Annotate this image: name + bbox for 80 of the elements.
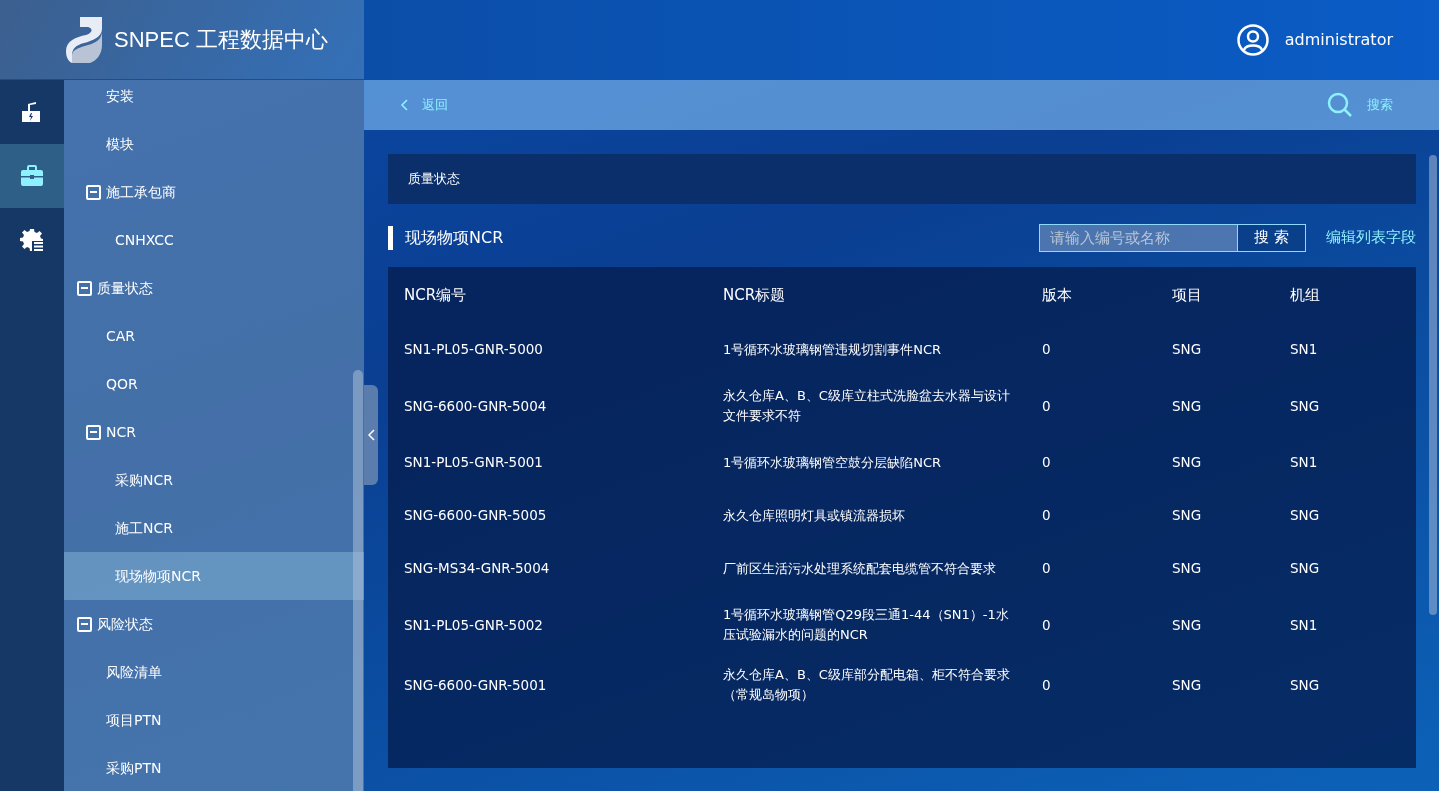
- table-cell-text: SNG: [1171, 453, 1203, 473]
- table-cell-text: 1号循环水玻璃钢管空鼓分层缺陷NCR: [723, 453, 942, 472]
- tree-item[interactable]: 风险状态: [64, 600, 364, 648]
- table-cell-text: 1号循环水玻璃钢管Q29段三通1-44（SN1）-1水压试验漏水的问题的NCR: [723, 606, 1010, 644]
- back-link[interactable]: 返回: [400, 95, 448, 115]
- table-cell-text: SNG-6600-GNR-5001: [403, 675, 548, 695]
- tree-item[interactable]: 施工承包商: [64, 168, 364, 216]
- tree-item[interactable]: QOR: [64, 360, 364, 408]
- table-cell-text: SNG-6600-GNR-5004: [403, 396, 548, 416]
- table-cell-text: SNG: [1171, 615, 1203, 635]
- tree-item[interactable]: 采购PTN: [64, 744, 364, 791]
- table-cell-text: 永久仓库照明灯具或镇流器损坏: [723, 506, 905, 525]
- section-title: 现场物项NCR: [405, 226, 505, 249]
- tree-item[interactable]: 项目PTN: [64, 696, 364, 744]
- search-icon: [1327, 92, 1353, 118]
- table-cell-text: SNG: [1171, 675, 1203, 695]
- table-cell-text: SN1: [1289, 453, 1319, 473]
- table-cell-text: SN1-PL05-GNR-5000: [403, 340, 544, 360]
- collapse-icon[interactable]: [77, 616, 92, 632]
- user-name[interactable]: administrator: [1284, 28, 1393, 52]
- chevron-left-icon: [400, 99, 408, 111]
- section-marker: [388, 225, 393, 250]
- tree-item[interactable]: 安装: [64, 80, 364, 120]
- table-cell-text: SN1: [1289, 615, 1319, 635]
- table-cell-text: 永久仓库A、B、C级库立柱式洗脸盆去水器与设计文件要求不符: [723, 387, 1010, 425]
- tree-item[interactable]: 现场物项NCR: [64, 552, 364, 600]
- table-cell-text: SNG-6600-GNR-5005: [403, 506, 548, 526]
- table-cell-text: SNG: [1289, 396, 1321, 416]
- table-cell-text: SN1: [1289, 340, 1319, 360]
- search-link[interactable]: 搜索: [1327, 92, 1393, 118]
- scrollbar-thumb[interactable]: [353, 370, 363, 791]
- tree-item[interactable]: 施工NCR: [64, 504, 364, 552]
- search-field[interactable]: 请输入编号或名称: [1039, 223, 1237, 252]
- table-cell-text: 0: [1041, 340, 1052, 360]
- table-cell-text: 0: [1041, 559, 1052, 579]
- user-icon[interactable]: [1236, 24, 1269, 56]
- tree-item[interactable]: 模块: [64, 120, 364, 168]
- table-cell-text: 0: [1041, 453, 1052, 473]
- collapse-icon[interactable]: [86, 184, 101, 200]
- table-cell-text: SNG: [1171, 396, 1203, 416]
- table-cell-text: SN1-PL05-GNR-5002: [403, 615, 544, 635]
- edit-fields-link[interactable]: 编辑列表字段: [1326, 226, 1416, 249]
- gear-icon: [20, 228, 44, 252]
- table-cell-text: SNG: [1289, 559, 1321, 579]
- tree-item[interactable]: 采购NCR: [64, 456, 364, 504]
- tree-item[interactable]: CNHXCC: [64, 216, 364, 264]
- table-cell-text: 0: [1041, 506, 1052, 526]
- table-cell-text: 0: [1041, 675, 1052, 695]
- column-header: 版本: [1041, 284, 1073, 306]
- scrollbar-thumb[interactable]: [1429, 155, 1437, 615]
- search-button[interactable]: 搜 索: [1237, 223, 1306, 252]
- table-cell-text: SNG: [1289, 506, 1321, 526]
- table-cell-text: SNG: [1171, 506, 1203, 526]
- table-cell-text: 永久仓库A、B、C级库部分配电箱、柜不符合要求（常规岛物项）: [723, 666, 1010, 704]
- tree-item[interactable]: 质量状态: [64, 264, 364, 312]
- logo-icon: [66, 14, 104, 65]
- table-cell-text: 1号循环水玻璃钢管违规切割事件NCR: [723, 340, 942, 359]
- column-header: NCR标题: [722, 284, 787, 306]
- table-cell-text: 0: [1041, 396, 1052, 416]
- collapse-icon[interactable]: [77, 280, 92, 296]
- tree-item[interactable]: NCR: [64, 408, 364, 456]
- table-cell-text: 厂前区生活污水处理系统配套电缆管不符合要求: [723, 559, 996, 578]
- table-cell-text: SNG: [1289, 675, 1321, 695]
- chevron-left-icon: [367, 429, 375, 441]
- table-cell-text: 0: [1041, 615, 1052, 635]
- collapse-handle[interactable]: [364, 385, 378, 485]
- tree-item[interactable]: 风险清单: [64, 648, 364, 696]
- column-header: NCR编号: [403, 284, 468, 306]
- tree-item[interactable]: CAR: [64, 312, 364, 360]
- table-cell-text: SNG-MS34-GNR-5004: [403, 559, 551, 579]
- table-cell-text: SN1-PL05-GNR-5001: [403, 453, 544, 473]
- table-cell-text: SNG: [1171, 559, 1203, 579]
- nav-rail-button[interactable]: [0, 144, 64, 208]
- app-title: SNPEC 工程数据中心: [114, 26, 328, 54]
- table-cell-text: SNG: [1171, 340, 1203, 360]
- collapse-icon[interactable]: [86, 424, 101, 440]
- column-header: 机组: [1289, 284, 1321, 306]
- briefcase-icon: [20, 164, 44, 188]
- breadcrumb-bar: 质量状态: [388, 154, 1416, 204]
- column-header: 项目: [1171, 284, 1203, 306]
